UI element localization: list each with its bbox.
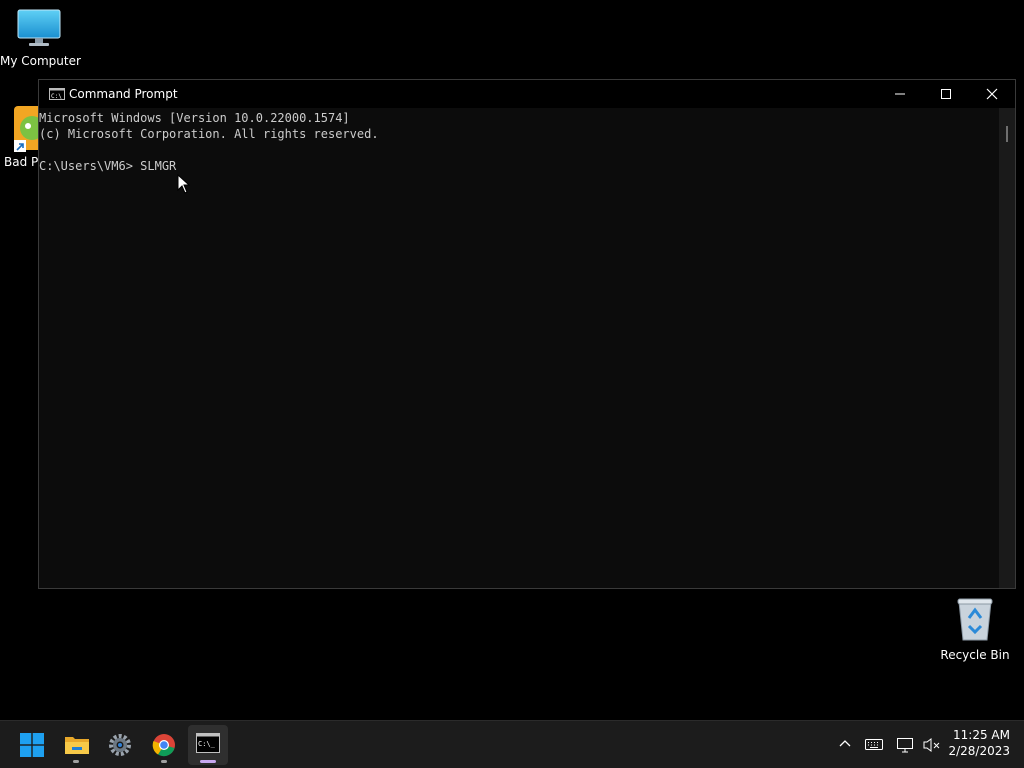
mouse-cursor-icon	[177, 174, 191, 194]
window-titlebar[interactable]: C:\ Command Prompt	[39, 80, 1015, 108]
window-title: Command Prompt	[69, 87, 178, 101]
volume-muted-icon[interactable]	[923, 737, 941, 753]
desktop-icon-recycle-bin[interactable]: Recycle Bin	[940, 596, 1010, 662]
monitor-icon	[17, 9, 61, 46]
chrome-icon	[152, 734, 175, 757]
start-button[interactable]	[12, 725, 52, 765]
clock-date: 2/28/2023	[948, 744, 1010, 758]
maximize-button[interactable]	[923, 80, 969, 108]
taskbar-command-prompt[interactable]: C:\_	[188, 725, 228, 765]
taskbar-settings[interactable]	[100, 725, 140, 765]
taskbar-chrome[interactable]	[144, 725, 184, 765]
desktop-icon-my-computer[interactable]: My Computer	[0, 8, 81, 68]
close-icon	[986, 88, 998, 100]
file-explorer-icon	[65, 737, 89, 754]
taskbar: C:\_ 11:25 AM 2/28/2023	[0, 720, 1024, 768]
clock-time: 11:25 AM	[953, 728, 1010, 742]
svg-text:C:\_: C:\_	[198, 740, 216, 748]
system-clock[interactable]: 11:25 AM 2/28/2023	[948, 727, 1010, 759]
desktop-icon-label: My Computer	[0, 54, 81, 68]
console-line: (c) Microsoft Corporation. All rights re…	[39, 127, 379, 141]
close-button[interactable]	[969, 80, 1015, 108]
desktop-icon-label: Bad P	[4, 155, 39, 169]
console-line: Microsoft Windows [Version 10.0.22000.15…	[39, 111, 350, 125]
running-indicator	[161, 760, 167, 763]
bad-piggies-icon	[14, 106, 40, 152]
command-prompt-icon: C:\	[49, 88, 65, 100]
command-prompt-line[interactable]: C:\Users\VM6> SLMGR	[39, 158, 999, 174]
desktop-icon-label: Recycle Bin	[940, 648, 1010, 662]
network-icon[interactable]	[897, 737, 915, 753]
maximize-icon	[941, 89, 951, 99]
taskbar-file-explorer[interactable]	[56, 725, 96, 765]
svg-text:C:\: C:\	[51, 93, 62, 100]
command-prompt-icon: C:\_	[196, 733, 220, 753]
running-indicator	[73, 760, 79, 763]
minimize-icon	[895, 93, 905, 95]
windows-start-icon	[20, 733, 44, 757]
recycle-bin-icon	[957, 598, 993, 641]
scrollbar-thumb[interactable]	[1006, 126, 1008, 142]
vertical-scrollbar[interactable]	[999, 108, 1015, 588]
active-indicator	[200, 760, 216, 763]
keyboard-icon[interactable]	[865, 737, 883, 751]
settings-gear-icon	[109, 734, 131, 756]
chevron-up-icon[interactable]	[838, 737, 852, 751]
command-prompt-window[interactable]: C:\ Command Prompt Microsoft Windows [Ve…	[38, 79, 1016, 589]
minimize-button[interactable]	[877, 80, 923, 108]
desktop-icon-bad-piggies[interactable]: Bad P	[4, 104, 40, 169]
